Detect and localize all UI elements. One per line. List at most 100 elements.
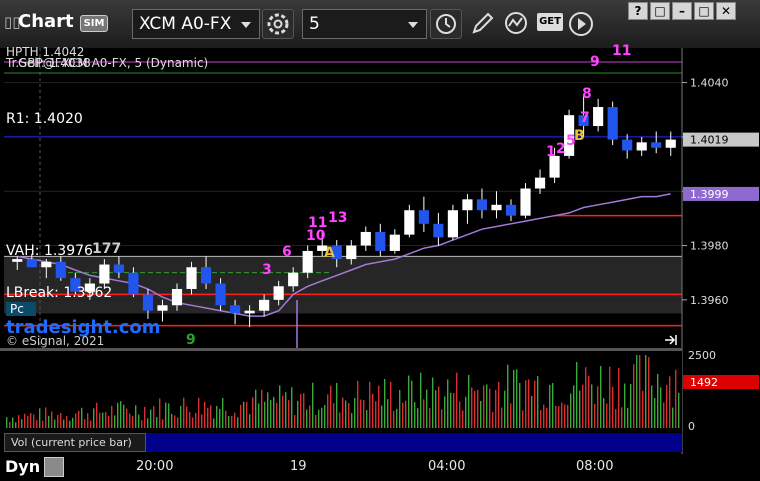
volume-bar [576,362,578,428]
volume-bar [375,401,377,428]
volume-bar [438,386,440,428]
candle-body [157,305,168,311]
volume-bar [228,416,230,428]
volume-bar [87,413,89,428]
candle-body [346,245,357,260]
volume-bar [597,386,599,428]
candle-body [462,199,473,211]
volume-bar [435,390,437,428]
vah-label: VAH: 1.3976 [6,243,93,259]
volume-bar [633,364,635,428]
candle-body [230,305,241,314]
volume-bar [465,396,467,428]
candle-body [360,231,371,246]
volume-panel-strip [146,433,682,452]
volume-bar [144,406,146,428]
volume-bar [528,379,530,428]
volume-bar [402,402,404,428]
volume-bar [219,408,221,428]
volume-bar [60,413,62,428]
volume-bar [537,376,539,428]
volume-bar [15,422,17,428]
volume-bar [360,399,362,428]
volume-bar [93,408,95,428]
volume-bar [603,398,605,428]
volume-bar [429,408,431,428]
volume-bar [159,398,161,428]
y-tick-label: 1.3960 [690,294,729,307]
volume-bar [339,412,341,428]
volume-bar [282,395,284,428]
volume-bar [126,408,128,428]
volume-bar [519,382,521,428]
candle-body [186,267,197,289]
annotation-label: 9 [186,332,196,348]
volume-bar [183,397,185,428]
volume-bar [297,400,299,428]
volume-bar [39,408,41,428]
volume-bar [546,407,548,428]
pane-divider[interactable] [0,348,682,351]
annotation-label: 10 [306,228,326,244]
volume-bar [234,412,236,428]
volume-bar [30,413,32,428]
volume-bar [363,400,365,428]
volume-bar [564,404,566,428]
candle-body [404,210,415,235]
volume-bar [414,402,416,428]
volume-bar [558,406,560,428]
volume-bar [501,407,503,428]
volume-bar [291,387,293,428]
volume-bar [42,420,44,428]
volume-bar [171,413,173,428]
volume-bar [432,377,434,428]
volume-bar [579,390,581,428]
volume-bar [462,410,464,428]
volume-bar [471,387,473,428]
volume-bar [396,408,398,428]
volume-panel-tab[interactable]: Vol (current price bar) ✕ [4,433,159,452]
volume-bar [567,404,569,428]
volume-bar [66,416,68,428]
volume-bar [111,405,113,428]
volume-bar [216,405,218,428]
x-tick-0: 20:00 [136,459,174,474]
volume-bar [474,390,476,428]
candle-body [12,259,23,262]
volume-bar [489,388,491,428]
candle-body [273,286,284,300]
volume-bar [615,409,617,428]
volume-bar [264,401,266,428]
volume-bar [573,385,575,428]
volume-bar [276,402,278,428]
volume-bar [498,381,500,428]
volume-bar [675,369,677,428]
volume-bar [261,389,263,428]
volume-bar [636,355,638,428]
volume-bar [123,404,125,428]
candle-body [288,272,299,287]
volume-bar [621,407,623,428]
volume-bar [594,403,596,428]
volume-bar [174,415,176,428]
volume-bar [639,355,641,428]
dynamic-settings-icon[interactable] [44,457,64,477]
volume-bar [48,415,50,428]
volume-bar [222,397,224,428]
volume-bar [246,401,248,428]
volume-bar [162,419,164,428]
volume-bar [255,389,257,428]
volume-bar [96,402,98,428]
volume-bar [207,407,209,428]
volume-bar [75,413,77,428]
volume-bar [513,369,515,428]
candle-body [534,177,546,189]
price-chart: 91187B1 2 511 131063A1779 HPTH 1.4042 Tr.Se… [0,43,760,454]
dynamic-label: Dyn [5,457,41,476]
vwap-price-value: 1.3999 [690,188,729,201]
volume-bar [378,385,380,428]
candle-body [636,142,647,151]
volume-bar [630,383,632,428]
volume-bar [135,405,137,428]
volume-bar [477,389,479,428]
